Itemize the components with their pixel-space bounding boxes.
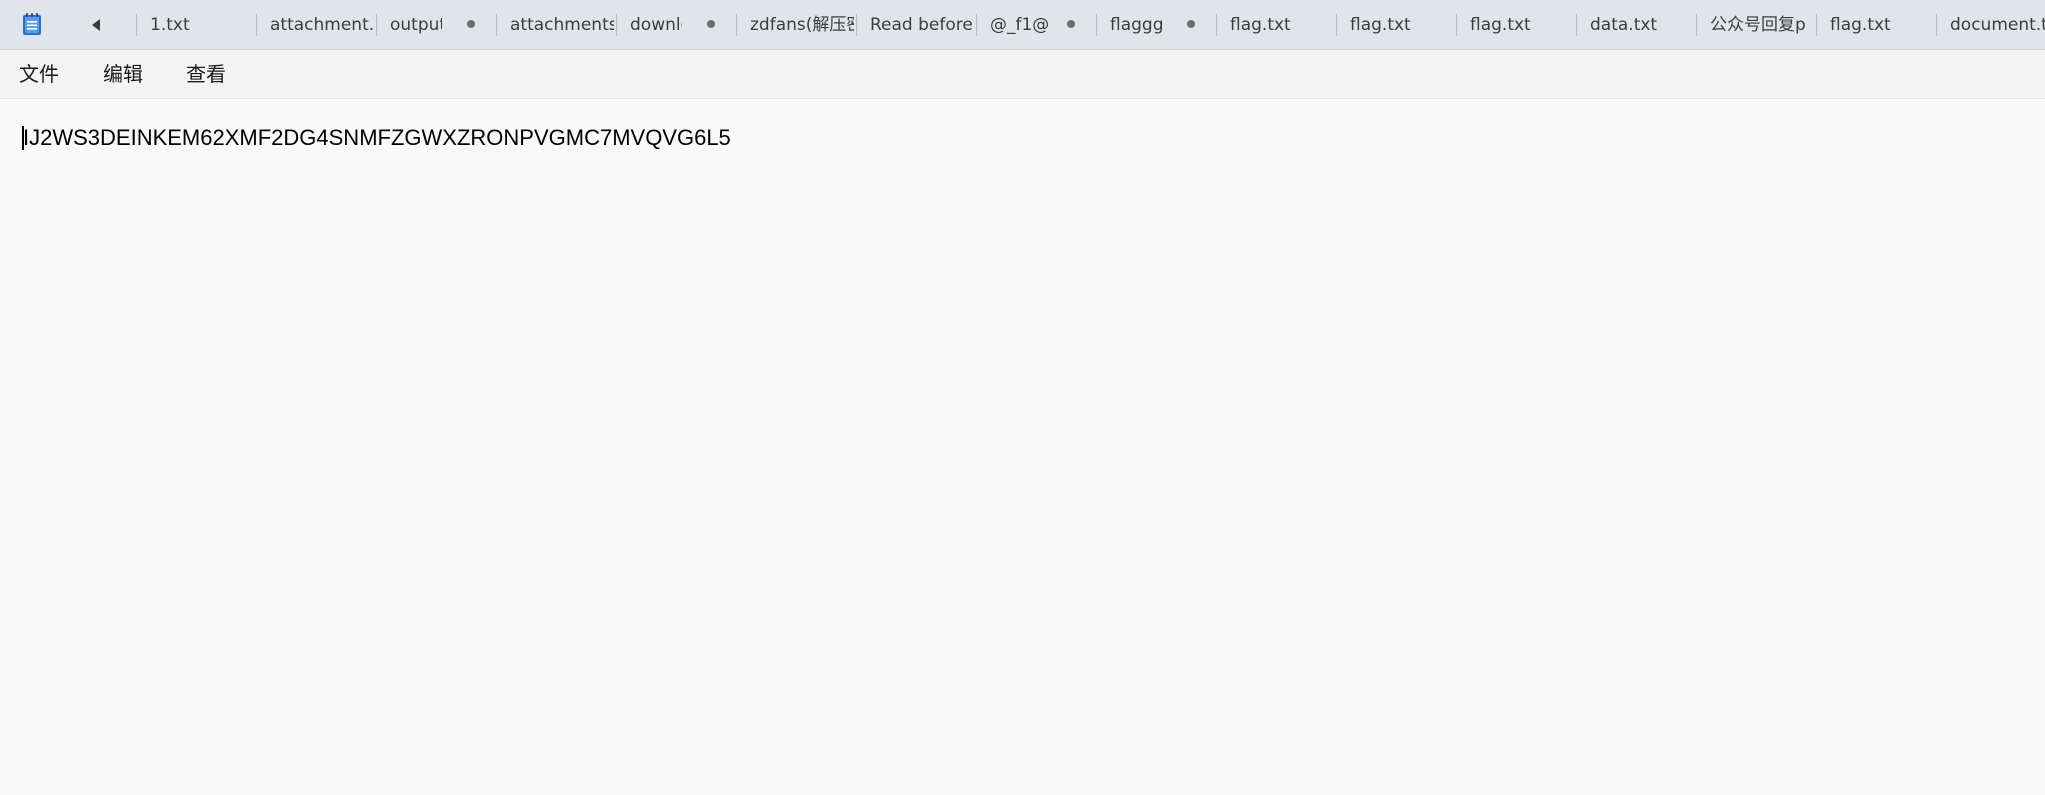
tab-separator (1816, 14, 1817, 36)
tab[interactable]: output (376, 0, 496, 49)
chevron-left-icon[interactable] (84, 13, 108, 37)
tab-label: download (630, 15, 682, 35)
tab-label: data.txt (1590, 15, 1658, 35)
notepad-window: 1.txt attachment.txt output attachments … (0, 0, 2045, 795)
tab-separator (1936, 14, 1937, 36)
tab-label: 公众号回复p (1710, 15, 1806, 35)
tab-separator (1096, 14, 1097, 36)
tab-separator (1456, 14, 1457, 36)
tab-separator (256, 14, 257, 36)
tab[interactable]: attachment.txt (256, 0, 376, 49)
tab[interactable]: flag.txt (1816, 0, 1936, 49)
unsaved-dot-icon (707, 20, 715, 28)
tab[interactable]: download (616, 0, 736, 49)
tab-label: zdfans(解压密码) (750, 15, 854, 35)
tab[interactable]: flag.txt (1456, 0, 1576, 49)
tab-bar: 1.txt attachment.txt output attachments … (0, 0, 2045, 50)
tab-label: attachment.txt (270, 15, 374, 35)
tab[interactable]: @_f1@ (976, 0, 1096, 49)
tab-separator (1696, 14, 1697, 36)
tab-label: document.txt (1950, 15, 2045, 35)
tab[interactable]: 公众号回复p (1696, 0, 1816, 49)
tab-separator (376, 14, 377, 36)
tab-label: @_f1@ (990, 15, 1050, 35)
tab[interactable]: attachments (496, 0, 616, 49)
unsaved-dot-icon (1067, 20, 1075, 28)
tab[interactable]: 1.txt (136, 0, 256, 49)
tab[interactable]: document.txt (1936, 0, 2045, 49)
menu-file[interactable]: 文件 (13, 59, 65, 89)
tab[interactable]: zdfans(解压密码) (736, 0, 856, 49)
tab-separator (976, 14, 977, 36)
menu-view[interactable]: 查看 (180, 59, 232, 89)
unsaved-dot-icon (467, 20, 475, 28)
tab-separator (856, 14, 857, 36)
tab-label: 1.txt (150, 15, 190, 35)
tab-label: attachments (510, 15, 614, 35)
tab-separator (616, 14, 617, 36)
tab[interactable]: flag.txt (1336, 0, 1456, 49)
unsaved-dot-icon (1187, 20, 1195, 28)
menu-edit[interactable]: 编辑 (97, 59, 149, 89)
menu-bar: 文件 编辑 查看 (0, 50, 2045, 99)
text-editor[interactable]: IJ2WS3DEINKEM62XMF2DG4SNMFZGWXZRONPVGMC7… (0, 99, 2045, 795)
tab-label: flag.txt (1470, 15, 1531, 35)
tab-label: Read before (870, 15, 973, 35)
tab[interactable]: flaggg (1096, 0, 1216, 49)
tab-label: flaggg (1110, 15, 1164, 35)
notepad-icon (22, 12, 42, 36)
tab-separator (1216, 14, 1217, 36)
tab[interactable]: flag.txt (1216, 0, 1336, 49)
tab-label: flag.txt (1350, 15, 1411, 35)
tab[interactable]: data.txt (1576, 0, 1696, 49)
tab-label: output (390, 15, 442, 35)
tab-label: flag.txt (1230, 15, 1291, 35)
tab[interactable]: Read before (856, 0, 976, 49)
tab-label: flag.txt (1830, 15, 1891, 35)
tab-separator (136, 14, 137, 36)
editor-content[interactable]: IJ2WS3DEINKEM62XMF2DG4SNMFZGWXZRONPVGMC7… (23, 123, 731, 153)
tab-separator (1576, 14, 1577, 36)
tab-separator (736, 14, 737, 36)
tab-list: 1.txt attachment.txt output attachments … (136, 0, 2045, 49)
tab-separator (496, 14, 497, 36)
tab-separator (1336, 14, 1337, 36)
